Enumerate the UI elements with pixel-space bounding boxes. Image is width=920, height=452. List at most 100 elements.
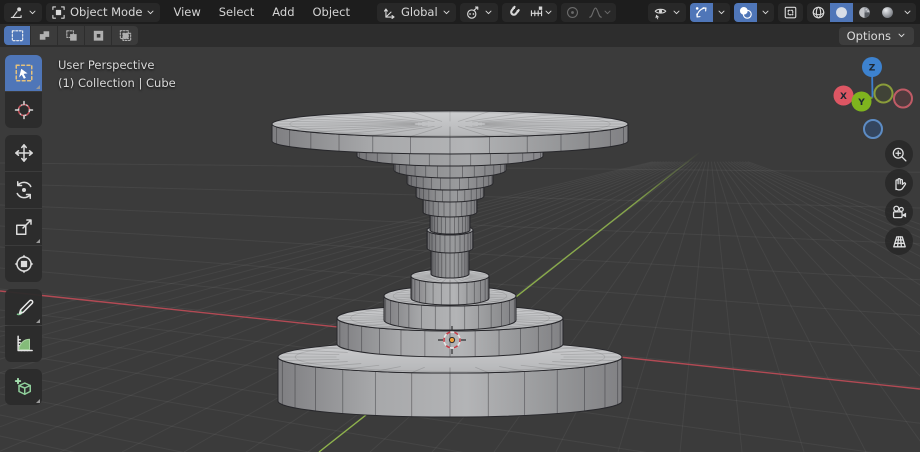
tool-transform[interactable] [5, 246, 42, 282]
select-box-icon [14, 63, 34, 83]
chevron-down-icon [28, 8, 37, 17]
header-right-group [648, 2, 916, 22]
tool-submenu-corner [36, 239, 40, 243]
shading-solid-button[interactable] [830, 2, 853, 22]
rotate-icon [14, 180, 34, 200]
mesh-cube[interactable] [271, 110, 629, 418]
menu-select[interactable]: Select [210, 3, 263, 22]
shading-wireframe-button[interactable] [807, 3, 830, 22]
shading-material-preview-button[interactable] [853, 3, 876, 22]
svg-text:X: X [840, 92, 847, 102]
mode-label: Object Mode [70, 5, 143, 19]
shading-rendered-button[interactable] [876, 3, 899, 22]
sel-subtract-icon [64, 28, 79, 43]
toolbar-group-3 [5, 369, 42, 405]
chevron-down-icon [146, 8, 155, 17]
shading-solid-icon [834, 5, 849, 20]
shading-mode-group [807, 2, 916, 22]
gizmo-axis-z[interactable]: Z [862, 57, 882, 77]
header-left-group: Object Mode View Select Add Object [4, 2, 359, 22]
move-icon [14, 143, 34, 163]
shading-dropdown[interactable] [899, 3, 916, 22]
chevron-down-icon [442, 8, 451, 17]
menu-object[interactable]: Object [304, 3, 359, 22]
pivot-point-button[interactable] [459, 2, 498, 22]
zoom-icon [891, 146, 908, 163]
select-mode-set[interactable] [4, 26, 30, 45]
gizmos-toggle[interactable] [690, 2, 713, 22]
gizmo-axis--y[interactable] [873, 83, 894, 104]
tool-submenu-corner [36, 85, 40, 89]
snapping-group [501, 2, 557, 22]
gizmo-icon [694, 5, 709, 20]
xray-toggle[interactable] [778, 2, 803, 22]
viewport-header: Object Mode View Select Add Object Global [0, 0, 920, 24]
svg-text:Y: Y [857, 98, 865, 108]
axis-gizmo[interactable]: XY Z [833, 57, 913, 139]
chevron-down-icon [717, 8, 726, 17]
toolbar [5, 55, 42, 405]
gizmo-axis--z[interactable] [863, 119, 883, 139]
tool-submenu-corner [36, 319, 40, 323]
viewport-3d[interactable]: XYZ User Perspective (1) Collection | Cu… [0, 47, 920, 452]
object-visibility-button[interactable] [648, 2, 686, 22]
select-mode-intersect[interactable] [112, 26, 138, 45]
select-mode-invert[interactable] [85, 26, 111, 45]
chevron-down-icon [544, 8, 553, 17]
tool-add-cube[interactable] [5, 369, 42, 405]
measure-icon [14, 334, 34, 354]
proportional-edit-toggle[interactable] [561, 3, 584, 22]
tool-scale[interactable] [5, 209, 42, 245]
editor-type-button[interactable] [4, 2, 42, 22]
object-mode-icon [51, 5, 66, 20]
overlays-dropdown[interactable] [757, 3, 774, 22]
gizmo-axis-y[interactable]: Y [851, 91, 872, 112]
sel-set-icon [10, 28, 25, 43]
nav-pan-button[interactable] [885, 169, 913, 197]
camera-view-icon [891, 204, 908, 221]
axes-icon [382, 5, 397, 20]
annotate-icon [14, 297, 34, 317]
tool-cursor[interactable] [5, 92, 42, 128]
overlays-icon [738, 5, 753, 20]
tool-select-box[interactable] [5, 55, 42, 91]
viewport-canvas[interactable]: XY Z [0, 47, 920, 452]
gizmo-axis-x[interactable]: X [833, 85, 854, 106]
shading-material-icon [857, 5, 872, 20]
menu-add[interactable]: Add [263, 3, 303, 22]
proportional-edit-icon [565, 5, 580, 20]
menubar: View Select Add Object [164, 3, 359, 22]
falloff-curve-icon [588, 5, 603, 20]
scale-icon [14, 217, 34, 237]
chevron-down-icon [897, 31, 906, 40]
nav-toggle-projection-button[interactable] [885, 227, 913, 255]
mode-selector[interactable]: Object Mode [46, 2, 161, 22]
chevron-down-icon [603, 8, 612, 17]
options-button[interactable]: Options [838, 26, 914, 45]
snap-toggle-button[interactable] [502, 3, 525, 22]
select-mode-subtract[interactable] [58, 26, 84, 45]
tool-measure[interactable] [5, 326, 42, 362]
tool-move[interactable] [5, 135, 42, 171]
gizmo-axis--x[interactable] [893, 88, 913, 109]
nav-camera-view-button[interactable] [885, 198, 913, 226]
tool-annotate[interactable] [5, 289, 42, 325]
tool-rotate[interactable] [5, 172, 42, 208]
menu-view[interactable]: View [164, 3, 209, 22]
overlays-toggle[interactable] [734, 2, 757, 22]
editor-3d-icon [9, 5, 24, 20]
toolbar-group-0 [5, 55, 42, 128]
transform-orientation-button[interactable]: Global [376, 2, 456, 22]
sel-intersect-icon [118, 28, 133, 43]
select-mode-extend[interactable] [31, 26, 57, 45]
gizmos-dropdown[interactable] [713, 3, 730, 22]
nav-zoom-button[interactable] [885, 140, 913, 168]
shading-rendered-icon [880, 5, 895, 20]
proportional-falloff-button[interactable] [584, 3, 616, 22]
overlays-group [734, 2, 774, 22]
options-label: Options [846, 28, 891, 43]
xray-icon [783, 5, 798, 20]
toolbar-group-2 [5, 289, 42, 362]
snap-target-button[interactable] [525, 3, 557, 22]
select-mode-group [4, 26, 138, 45]
